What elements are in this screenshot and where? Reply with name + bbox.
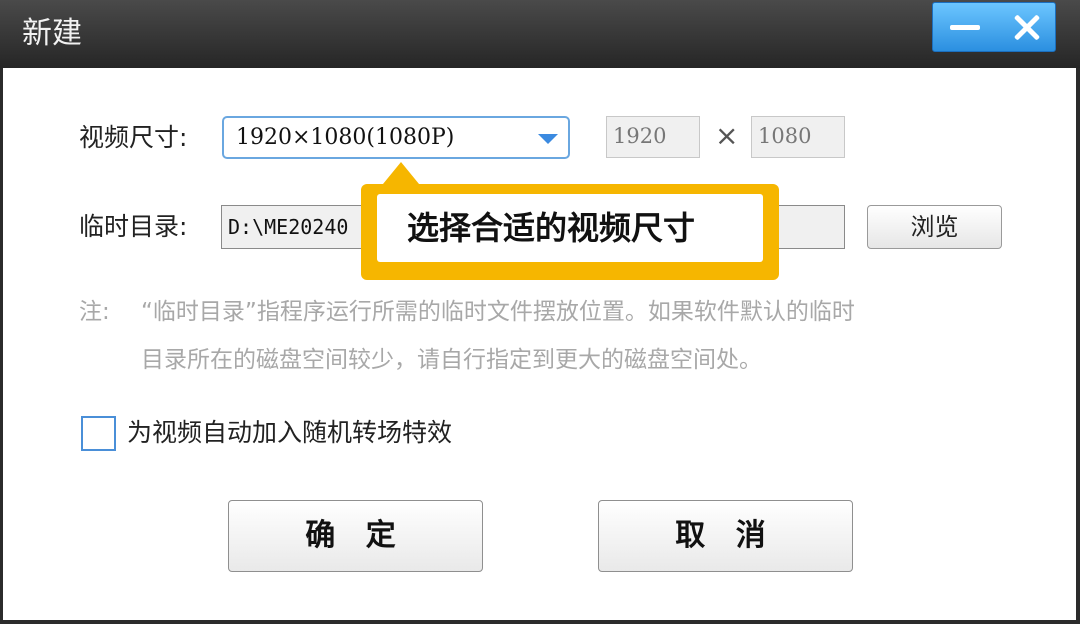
- width-field[interactable]: 1920: [606, 116, 700, 158]
- video-size-label: 视频尺寸:: [79, 123, 188, 152]
- watermark-logo-icon: 值: [950, 591, 972, 614]
- watermark: 值什么值得买: [950, 588, 1076, 614]
- title-bar[interactable]: 新建: [0, 0, 1080, 68]
- height-field[interactable]: 1080: [751, 116, 845, 158]
- close-icon[interactable]: [995, 3, 1057, 51]
- callout-text: 选择合适的视频尺寸: [407, 209, 696, 247]
- cancel-button[interactable]: 取 消: [598, 500, 853, 572]
- callout-box: 选择合适的视频尺寸: [377, 194, 763, 262]
- video-size-select[interactable]: 1920×1080(1080P): [222, 116, 570, 159]
- new-project-dialog: 新建 视频尺寸: 1920×1080(1080P) 1920 × 1080 临时…: [0, 0, 1080, 624]
- browse-button[interactable]: 浏览: [867, 205, 1002, 249]
- note-prefix: 注:: [79, 299, 110, 325]
- random-transition-label[interactable]: 为视频自动加入随机转场特效: [127, 416, 452, 450]
- dialog-title: 新建: [22, 16, 82, 51]
- temp-dir-label: 临时目录:: [79, 212, 188, 241]
- window-controls: [932, 2, 1056, 52]
- watermark-text: 什么值得买: [976, 589, 1076, 613]
- note-line-2: 目录所在的磁盘空间较少，请自行指定到更大的磁盘空间处。: [141, 347, 762, 373]
- dialog-content: 视频尺寸: 1920×1080(1080P) 1920 × 1080 临时目录:…: [3, 68, 1076, 620]
- minimize-icon[interactable]: [933, 3, 995, 51]
- chevron-down-icon: [538, 134, 558, 144]
- ok-button[interactable]: 确 定: [228, 500, 483, 572]
- video-size-selected: 1920×1080(1080P): [236, 125, 455, 150]
- tooltip-callout: 选择合适的视频尺寸: [361, 162, 779, 280]
- random-transition-checkbox[interactable]: [81, 416, 116, 451]
- note-line-1: “临时目录”指程序运行所需的临时文件摆放位置。如果软件默认的临时: [141, 299, 855, 325]
- times-sign: ×: [715, 119, 739, 152]
